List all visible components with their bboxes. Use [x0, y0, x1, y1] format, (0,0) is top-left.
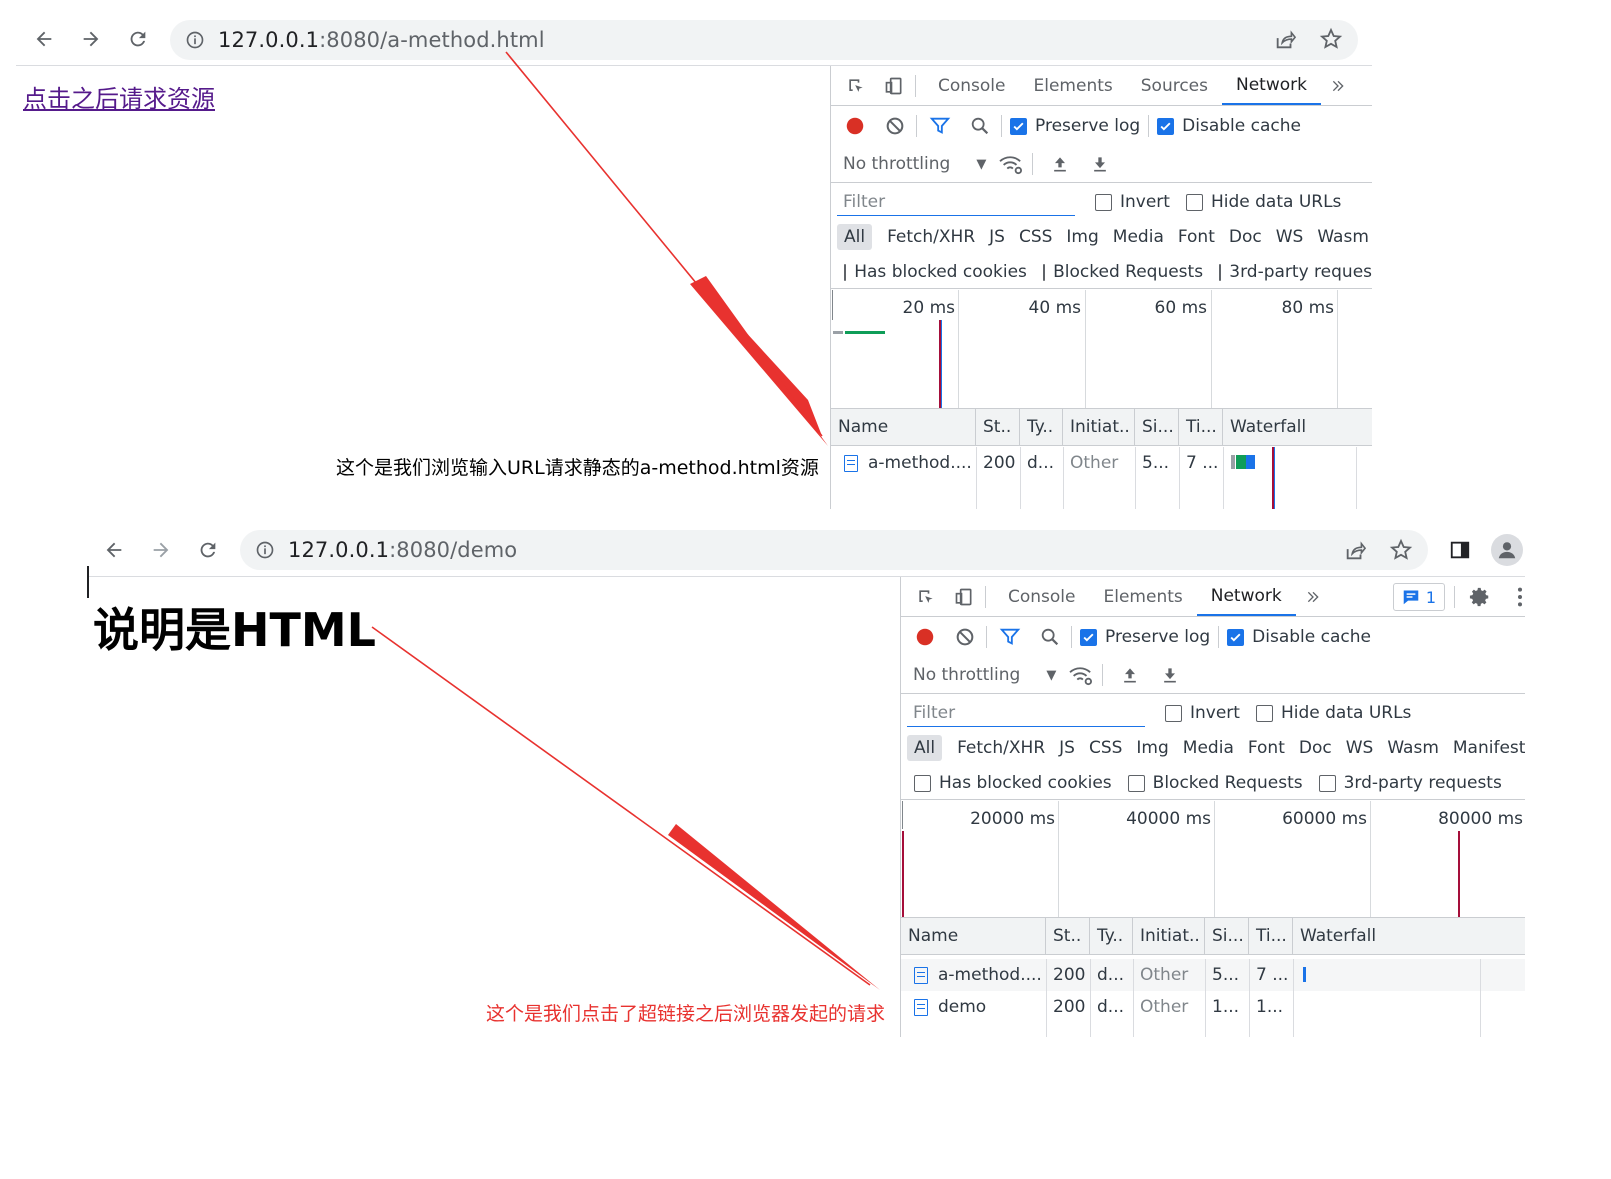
- annotation-arrows: [371, 51, 880, 990]
- arrow-bottom: [371, 626, 880, 990]
- arrow-top: [505, 51, 828, 446]
